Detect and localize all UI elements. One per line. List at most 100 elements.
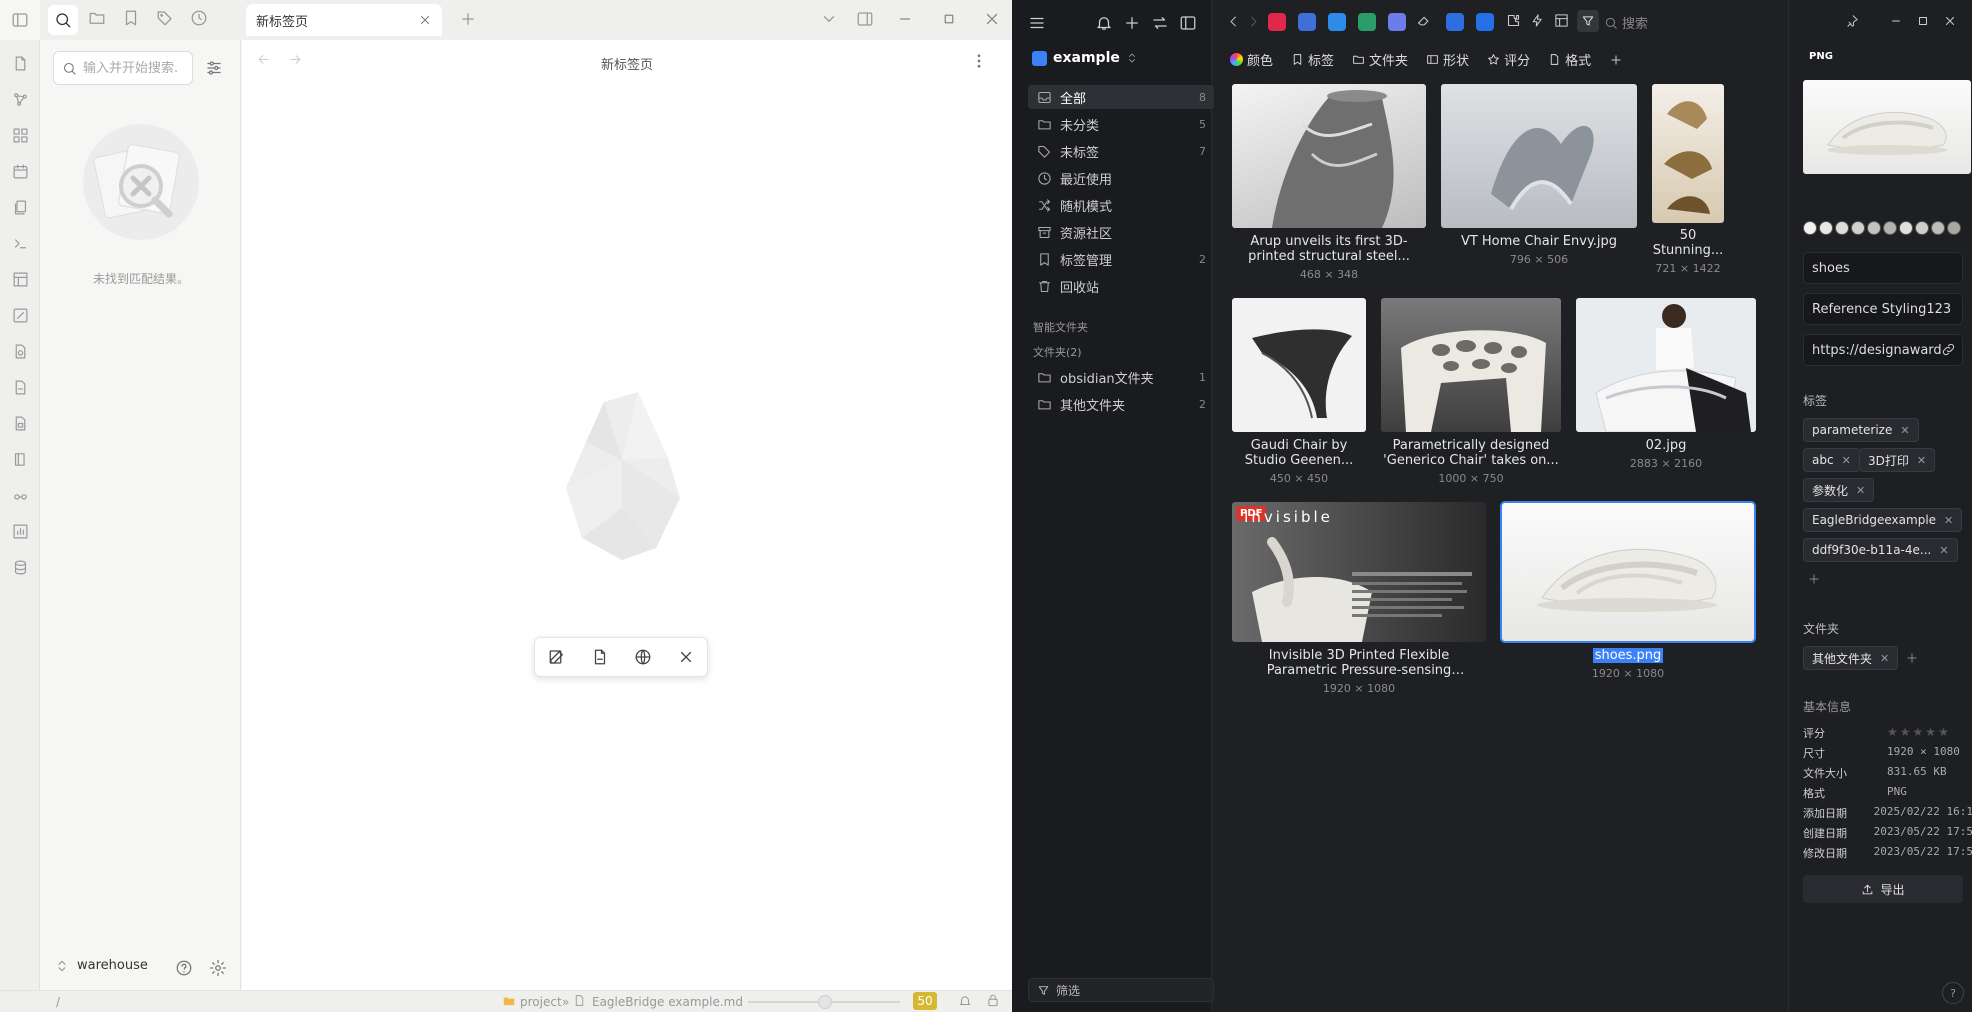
chart-icon[interactable]: [9, 520, 31, 542]
search-input-box[interactable]: [53, 51, 193, 85]
filter-format[interactable]: 格式: [1548, 50, 1591, 69]
nav-untagged[interactable]: 未标签 7: [1028, 139, 1214, 163]
zoom-slider[interactable]: [748, 995, 900, 1009]
remove-tag-icon[interactable]: ✕: [1842, 454, 1851, 467]
lightning-icon[interactable]: [1530, 13, 1545, 28]
puzzle-icon[interactable]: [1506, 13, 1521, 28]
link-icon[interactable]: [1941, 342, 1956, 357]
nav-trash[interactable]: 回收站: [1028, 274, 1214, 298]
add-folder-icon[interactable]: [1905, 651, 1919, 665]
nav-recent[interactable]: 最近使用: [1028, 166, 1214, 190]
tab-new[interactable]: 新标签页: [246, 4, 442, 36]
item-name-selected[interactable]: shoes.png: [1592, 648, 1664, 663]
breadcrumb-folder[interactable]: project: [520, 995, 562, 1009]
file-sync-icon[interactable]: [9, 340, 31, 362]
sphere-plugin-icon[interactable]: [1388, 13, 1406, 31]
filter-shape[interactable]: 形状: [1426, 50, 1469, 69]
swap-icon[interactable]: [1151, 14, 1169, 32]
color-swatch[interactable]: [1899, 221, 1913, 235]
filter-tag[interactable]: 标签: [1291, 50, 1334, 69]
smart-folders-label[interactable]: 智能文件夹: [1033, 319, 1088, 335]
search-tab-button[interactable]: [48, 5, 78, 35]
maximize-icon[interactable]: [940, 10, 958, 28]
file-export-icon[interactable]: [584, 641, 616, 673]
tag-chip[interactable]: 参数化 ✕: [1803, 478, 1875, 502]
globe-icon[interactable]: [627, 641, 659, 673]
menu-icon[interactable]: [1028, 14, 1046, 32]
star-icon[interactable]: ★: [1938, 725, 1949, 739]
filter-rating[interactable]: 评分: [1487, 50, 1530, 69]
database-icon[interactable]: [9, 556, 31, 578]
nav-tag-manager[interactable]: 标签管理 2: [1028, 247, 1214, 271]
clock-icon[interactable]: [190, 9, 208, 27]
star-icon[interactable]: ★: [1913, 725, 1924, 739]
star-icon[interactable]: ★: [1925, 725, 1936, 739]
eagle-search[interactable]: 搜索: [1604, 13, 1648, 32]
graph-icon[interactable]: [9, 88, 31, 110]
sheet-plugin-icon[interactable]: [1358, 13, 1376, 31]
star-icon[interactable]: ★: [1887, 725, 1898, 739]
nav-community[interactable]: 资源社区: [1028, 220, 1214, 244]
library-switcher[interactable]: example: [1032, 50, 1138, 66]
add-tag-icon[interactable]: [1807, 572, 1821, 586]
close-icon[interactable]: [418, 13, 432, 27]
filter-color[interactable]: 颜色: [1230, 50, 1273, 69]
layout-icon[interactable]: [1554, 13, 1569, 28]
pin-icon[interactable]: [1845, 14, 1859, 28]
remove-tag-icon[interactable]: ✕: [1900, 424, 1909, 437]
minimize-icon[interactable]: [1889, 14, 1903, 28]
canvas-icon[interactable]: [9, 124, 31, 146]
right-sidebar-toggle-icon[interactable]: [856, 10, 874, 28]
maximize-icon[interactable]: [1916, 14, 1930, 28]
eraser-icon[interactable]: [1416, 13, 1431, 28]
bell-icon[interactable]: [1095, 14, 1113, 32]
forward-icon[interactable]: [1246, 14, 1261, 29]
remove-tag-icon[interactable]: ✕: [1856, 484, 1865, 497]
folder-chip[interactable]: 其他文件夹 ✕: [1803, 646, 1899, 670]
settings-icon[interactable]: [209, 959, 227, 977]
preview-image[interactable]: [1803, 80, 1971, 174]
tags-icon[interactable]: [156, 9, 174, 27]
chevron-down-icon[interactable]: [820, 10, 838, 28]
image-plugin-icon[interactable]: [1298, 13, 1316, 31]
tag-chip[interactable]: parameterize ✕: [1803, 418, 1919, 442]
tag-chip[interactable]: ddf9f30e-b11a-4e... ✕: [1803, 538, 1958, 562]
nav-random[interactable]: 随机模式: [1028, 193, 1214, 217]
new-tab-icon[interactable]: [459, 10, 477, 28]
color-swatch[interactable]: [1819, 221, 1833, 235]
file-link-icon[interactable]: [9, 376, 31, 398]
folder-icon[interactable]: [88, 9, 106, 27]
remove-folder-icon[interactable]: ✕: [1880, 652, 1889, 665]
filter-bottom-button[interactable]: 筛选: [1028, 978, 1214, 1002]
filter-folder[interactable]: 文件夹: [1352, 50, 1408, 69]
breadcrumb-file[interactable]: EagleBridge example.md: [592, 995, 743, 1009]
zoom-slider-thumb[interactable]: [818, 995, 832, 1009]
nav-uncategorized[interactable]: 未分类 5: [1028, 112, 1214, 136]
file-lock-icon[interactable]: [9, 412, 31, 434]
add-icon[interactable]: [1123, 14, 1141, 32]
item-thumbnail[interactable]: [1441, 84, 1637, 228]
color-swatch[interactable]: [1867, 221, 1881, 235]
color-swatch[interactable]: [1883, 221, 1897, 235]
nav-all[interactable]: 全部 8: [1028, 85, 1214, 109]
vault-switcher[interactable]: warehouse: [55, 958, 148, 973]
tag-chip[interactable]: 3D打印 ✕: [1859, 448, 1936, 472]
color-swatch[interactable]: [1931, 221, 1945, 235]
note-field[interactable]: Reference Styling123: [1803, 293, 1963, 325]
remove-tag-icon[interactable]: ✕: [1917, 454, 1926, 467]
folder-other[interactable]: 其他文件夹 2: [1028, 392, 1214, 416]
bell-icon[interactable]: [958, 994, 972, 1008]
folder-obsidian[interactable]: obsidian文件夹 1: [1028, 365, 1214, 389]
export-button[interactable]: 导出: [1803, 875, 1963, 903]
item-thumbnail[interactable]: PDF Invisible: [1232, 502, 1486, 642]
tag-chip[interactable]: EagleBridgeexample ✕: [1803, 508, 1963, 532]
templates-icon[interactable]: [9, 196, 31, 218]
filter-icon[interactable]: [1577, 10, 1599, 32]
sidebar-toggle-icon[interactable]: [1179, 14, 1197, 32]
folders-label[interactable]: 文件夹(2): [1033, 344, 1082, 360]
help-button[interactable]: ?: [1942, 982, 1964, 1004]
close-icon[interactable]: [670, 641, 702, 673]
color-swatch[interactable]: [1851, 221, 1865, 235]
rating-stars[interactable]: ★ ★ ★ ★ ★: [1887, 725, 1949, 739]
remove-tag-icon[interactable]: ✕: [1944, 514, 1953, 527]
